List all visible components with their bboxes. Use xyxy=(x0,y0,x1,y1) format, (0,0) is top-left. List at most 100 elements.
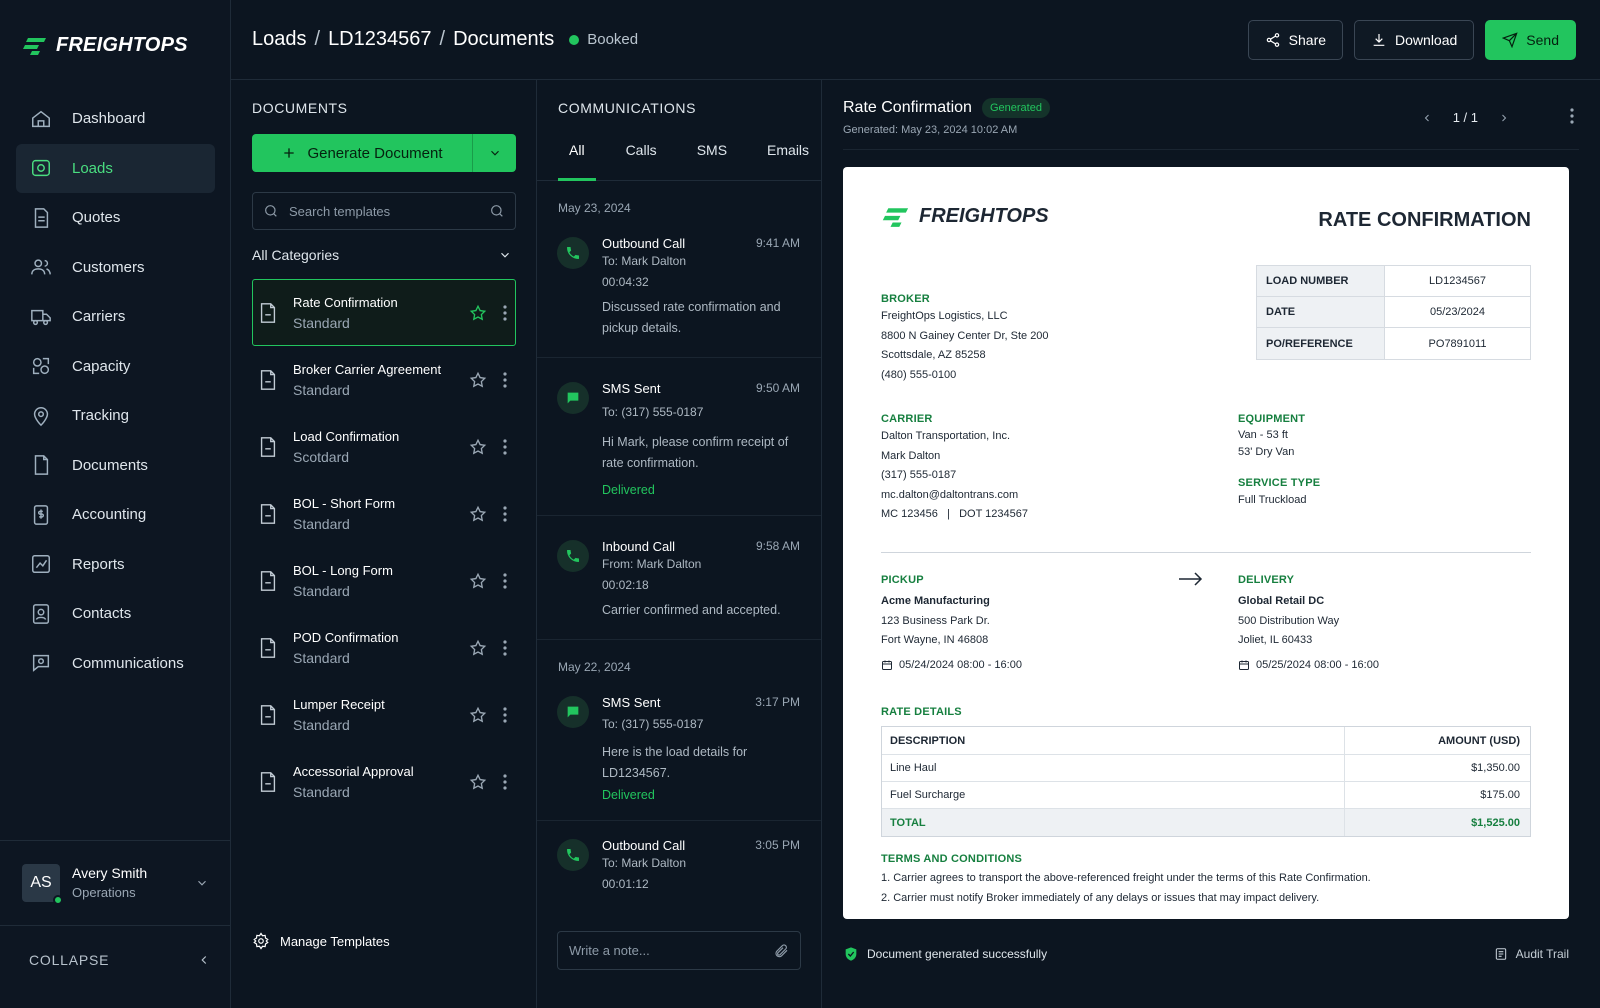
nav-item-loads[interactable]: Loads xyxy=(16,143,215,193)
template-type: Standard xyxy=(293,716,350,733)
main-nav: Dashboard Loads Quotes Customers Carrier… xyxy=(16,94,215,688)
terms-label: TERMS AND CONDITIONS xyxy=(881,853,1023,865)
sms-icon xyxy=(557,382,589,414)
comm-title: SMS Sent xyxy=(602,695,661,710)
paperclip-icon[interactable] xyxy=(773,943,789,959)
comm-entry[interactable]: SMS Sent 3:17 PM To: (317) 555-0187 Here … xyxy=(537,674,821,821)
kebab-menu-icon[interactable] xyxy=(503,572,507,589)
star-icon[interactable] xyxy=(469,505,487,523)
kebab-menu-icon[interactable] xyxy=(503,706,507,723)
nav-item-communications[interactable]: Communications xyxy=(16,639,215,688)
tab-calls[interactable]: Calls xyxy=(615,130,668,180)
kebab-menu-icon[interactable] xyxy=(503,438,507,455)
nav-item-capacity[interactable]: Capacity xyxy=(16,342,215,391)
template-type: Standard xyxy=(293,649,350,666)
generate-options-button[interactable] xyxy=(472,134,516,172)
star-icon[interactable] xyxy=(469,371,487,389)
breadcrumb-load-id[interactable]: LD1234567 xyxy=(328,28,431,51)
breadcrumb-separator: / xyxy=(439,28,446,50)
nav-item-documents[interactable]: Documents xyxy=(16,441,215,490)
app-logo[interactable]: FREIGHTOPS xyxy=(22,34,188,57)
nav-item-contacts[interactable]: Contacts xyxy=(16,589,215,638)
kebab-menu-icon[interactable] xyxy=(503,639,507,656)
comm-entry[interactable]: Outbound Call 9:41 AM To: Mark Dalton 00:… xyxy=(537,215,821,358)
meta-key: PO/REFERENCE xyxy=(1257,328,1385,359)
generated-badge: Generated xyxy=(981,98,1050,118)
total-row: TOTAL $1,525.00 xyxy=(882,809,1530,836)
comm-entry[interactable]: Outbound Call 3:05 PM To: Mark Dalton 00:… xyxy=(537,821,821,913)
user-menu[interactable]: AS Avery Smith Operations xyxy=(0,840,231,926)
search-icon[interactable] xyxy=(489,203,505,219)
template-item[interactable]: Broker Carrier Agreement Standard xyxy=(252,346,516,413)
chevron-right-icon[interactable] xyxy=(1498,112,1510,124)
kebab-menu-icon[interactable] xyxy=(503,304,507,321)
collapse-sidebar-button[interactable]: COLLAPSE xyxy=(29,952,211,968)
template-name: POD Confirmation xyxy=(293,629,399,645)
nav-item-customers[interactable]: Customers xyxy=(16,243,215,292)
breadcrumb-loads[interactable]: Loads xyxy=(252,28,307,51)
kebab-menu-icon[interactable] xyxy=(1570,108,1574,124)
equipment-label: EQUIPMENT xyxy=(1238,413,1306,425)
share-button[interactable]: Share xyxy=(1247,20,1344,60)
capacity-icon xyxy=(32,357,50,375)
template-item[interactable]: Rate Confirmation Standard xyxy=(252,279,516,346)
tab-sms[interactable]: SMS xyxy=(686,130,738,180)
table-row: Fuel Surcharge $175.00 xyxy=(882,782,1530,809)
star-icon[interactable] xyxy=(469,572,487,590)
template-item[interactable]: POD Confirmation Standard xyxy=(252,614,516,681)
phone-icon xyxy=(557,540,589,572)
template-item[interactable]: Load Confirmation Scotdard xyxy=(252,413,516,480)
shield-check-icon xyxy=(845,947,857,961)
chat-icon xyxy=(32,654,50,672)
nav-item-quotes[interactable]: Quotes xyxy=(16,193,215,242)
search-input[interactable] xyxy=(289,203,479,219)
chevron-left-icon[interactable] xyxy=(1421,112,1433,124)
note-input[interactable] xyxy=(569,943,773,958)
generate-document-button[interactable]: Generate Document xyxy=(252,134,472,172)
template-name: Broker Carrier Agreement xyxy=(293,361,442,377)
pickup-window-text: 05/24/2024 08:00 - 16:00 xyxy=(899,658,1022,671)
star-icon[interactable] xyxy=(469,773,487,791)
comm-entry[interactable]: SMS Sent 9:50 AM To: (317) 555-0187 Hi Ma… xyxy=(537,358,821,516)
nav-item-dashboard[interactable]: Dashboard xyxy=(16,94,215,143)
pickup-address: 123 Business Park Dr. xyxy=(881,614,990,627)
kebab-menu-icon[interactable] xyxy=(503,371,507,388)
content-panels: DOCUMENTS Generate Document Al xyxy=(231,80,1600,1008)
category-select[interactable]: All Categories xyxy=(252,247,516,263)
dollar-doc-icon xyxy=(33,504,49,525)
rate-amount: $1,350.00 xyxy=(1471,762,1520,774)
template-item[interactable]: BOL - Long Form Standard xyxy=(252,547,516,614)
manage-templates-button[interactable]: Manage Templates xyxy=(252,932,390,950)
star-icon[interactable] xyxy=(469,438,487,456)
delivery-block: DELIVERY Global Retail DC 500 Distributi… xyxy=(1238,574,1379,675)
nav-item-carriers[interactable]: Carriers xyxy=(16,292,215,341)
template-item[interactable]: Accessorial Approval Standard xyxy=(252,748,516,815)
home-icon xyxy=(32,110,50,127)
contacts-icon xyxy=(32,603,50,624)
document-preview-panel: Rate Confirmation Generated Generated: M… xyxy=(822,80,1600,1008)
download-button[interactable]: Download xyxy=(1354,20,1475,60)
nav-item-accounting[interactable]: Accounting xyxy=(16,490,215,539)
comm-entry[interactable]: Inbound Call 9:58 AM From: Mark Dalton 00… xyxy=(537,516,821,640)
communications-panel: COMMUNICATIONS All Calls SMS Emails May … xyxy=(537,80,822,1008)
tab-emails[interactable]: Emails xyxy=(756,130,820,180)
nav-label: Documents xyxy=(72,456,148,474)
star-icon[interactable] xyxy=(469,304,487,322)
kebab-menu-icon[interactable] xyxy=(503,773,507,790)
calendar-icon xyxy=(1239,660,1249,671)
delivery-label: DELIVERY xyxy=(1238,574,1295,586)
generation-status-text: Document generated successfully xyxy=(867,947,1048,961)
kebab-menu-icon[interactable] xyxy=(503,505,507,522)
nav-item-reports[interactable]: Reports xyxy=(16,540,215,589)
template-list: Rate Confirmation Standard Broker Carrier… xyxy=(252,279,516,815)
template-item[interactable]: BOL - Short Form Standard xyxy=(252,480,516,547)
carrier-label: CARRIER xyxy=(881,413,933,425)
send-button[interactable]: Send xyxy=(1485,20,1576,60)
tab-all[interactable]: All xyxy=(558,130,596,181)
audit-trail-button[interactable]: Audit Trail xyxy=(1494,946,1569,962)
template-item[interactable]: Lumper Receipt Standard xyxy=(252,681,516,748)
nav-item-tracking[interactable]: Tracking xyxy=(16,391,215,440)
star-icon[interactable] xyxy=(469,706,487,724)
comm-delivery-status: Delivered xyxy=(602,788,655,802)
star-icon[interactable] xyxy=(469,639,487,657)
